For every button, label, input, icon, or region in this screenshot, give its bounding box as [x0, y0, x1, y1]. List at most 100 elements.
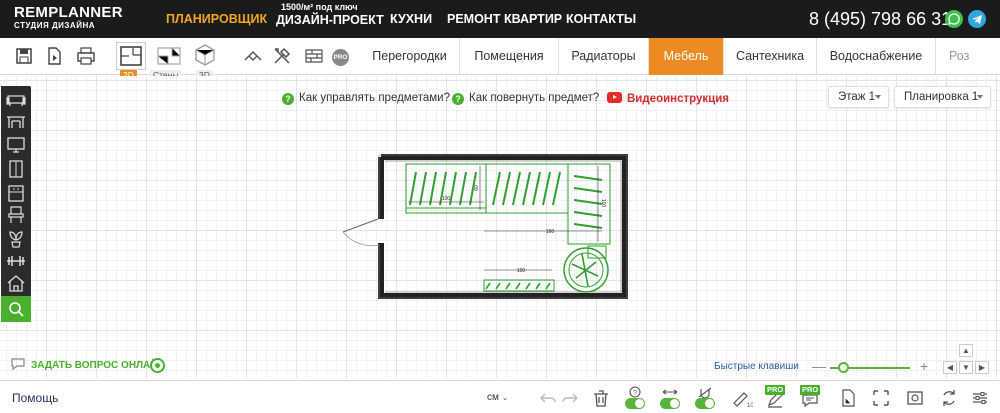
- help-manage-link[interactable]: ? Как управлять предметами?: [282, 92, 450, 105]
- ruler-icon[interactable]: 10: [729, 386, 754, 410]
- online-status-icon[interactable]: [150, 358, 165, 373]
- brick-icon[interactable]: [302, 44, 326, 68]
- view-3d-icon[interactable]: [192, 42, 218, 66]
- chevron-down-icon: ⌄: [501, 393, 509, 402]
- help-rotate-link[interactable]: ? Как повернуть предмет?: [452, 92, 599, 105]
- rotate-icon[interactable]: [937, 386, 961, 410]
- chat-icon[interactable]: [9, 357, 27, 371]
- tab-plumbing[interactable]: Сантехника: [724, 38, 817, 75]
- tab-rooms[interactable]: Помещения: [460, 38, 559, 75]
- question-icon: ?: [452, 93, 464, 105]
- tab-sockets[interactable]: Роз: [936, 38, 1000, 75]
- svg-text:10: 10: [747, 403, 753, 409]
- hints-switch[interactable]: [625, 398, 645, 409]
- search-icon: [9, 302, 24, 317]
- tab-partitions[interactable]: Перегородки: [360, 38, 460, 75]
- top-navbar: REMPLANNER СТУДИЯ ДИЗАЙНА ПЛАНИРОВЩИК 15…: [0, 0, 1000, 38]
- pro-badge[interactable]: PRO: [332, 49, 349, 66]
- save-icon[interactable]: [12, 44, 36, 68]
- round-chair[interactable]: [563, 245, 609, 293]
- video-link[interactable]: Видеоинструкция: [607, 92, 729, 105]
- zoom-slider-handle[interactable]: [838, 362, 849, 373]
- wardrobe-middle[interactable]: [485, 163, 569, 214]
- sofa-icon[interactable]: [4, 88, 28, 110]
- chevron-down-icon: [977, 95, 983, 99]
- floor-plan[interactable]: 100 60 100 160 100: [330, 150, 640, 300]
- undo-icon[interactable]: [536, 386, 560, 410]
- nav-renovation[interactable]: РЕМОНТ КВАРТИР: [447, 12, 562, 26]
- open-file-icon[interactable]: [42, 44, 66, 68]
- chevron-down-icon: [875, 95, 881, 99]
- view-walls-icon[interactable]: [154, 43, 184, 67]
- pan-up-button[interactable]: ▲: [959, 344, 973, 357]
- wardrobe-icon[interactable]: [4, 158, 28, 180]
- bed[interactable]: [483, 279, 555, 292]
- nav-promo: 1500/м² под ключ: [281, 2, 358, 12]
- ask-online-link[interactable]: ЗАДАТЬ ВОПРОС ОНЛАЙН: [31, 360, 165, 371]
- nav-contacts[interactable]: КОНТАКТЫ: [566, 12, 636, 26]
- plant-icon[interactable]: [4, 228, 28, 250]
- dim-label-room: 160: [546, 229, 555, 235]
- nav-kitchens[interactable]: КУХНИ: [390, 12, 432, 26]
- pan-left-button[interactable]: ◀: [943, 361, 957, 374]
- tv-icon[interactable]: [4, 134, 28, 156]
- nav-planner[interactable]: ПЛАНИРОВЩИК: [166, 12, 267, 26]
- furniture-sidebar: [1, 86, 31, 322]
- comment-pro-icon[interactable]: PRO: [798, 385, 822, 410]
- magnet-toggle[interactable]: [693, 386, 717, 410]
- tab-water-supply[interactable]: Водоснабжение: [817, 38, 936, 75]
- floor-dropdown[interactable]: Этаж 1: [828, 86, 889, 108]
- unit-select[interactable]: см ⌄: [487, 392, 508, 403]
- logo-name: REMPLANNER: [14, 4, 123, 21]
- view-2d-icon[interactable]: [116, 42, 146, 70]
- pan-down-button[interactable]: ▼: [959, 361, 973, 374]
- fitness-icon[interactable]: [4, 250, 28, 272]
- nav-design-project[interactable]: ДИЗАЙН-ПРОЕКТ: [276, 13, 384, 27]
- help-rotate-text: Как повернуть предмет?: [469, 92, 600, 104]
- tab-radiators[interactable]: Радиаторы: [559, 38, 649, 75]
- wall-tool-icon[interactable]: [241, 44, 265, 68]
- zoom-in-button[interactable]: +: [920, 358, 928, 374]
- pro-label: PRO: [800, 385, 821, 395]
- dim-label-depth: 60: [474, 185, 480, 191]
- table-icon[interactable]: [4, 110, 28, 132]
- trash-icon[interactable]: [589, 386, 613, 410]
- tools-icon[interactable]: [270, 44, 294, 68]
- phone-number[interactable]: 8 (495) 798 66 31: [809, 9, 951, 30]
- tab-furniture[interactable]: Мебель: [649, 38, 724, 75]
- print-icon[interactable]: [74, 44, 98, 68]
- question-icon: ?: [282, 93, 294, 105]
- youtube-icon: [607, 92, 622, 103]
- logo[interactable]: REMPLANNER СТУДИЯ ДИЗАЙНА: [14, 5, 144, 33]
- unit-value: см: [487, 392, 499, 403]
- redo-icon[interactable]: [558, 386, 582, 410]
- magnet-switch[interactable]: [695, 398, 715, 409]
- pro-label: PRO: [765, 385, 786, 395]
- logo-subtitle: СТУДИЯ ДИЗАЙНА: [14, 21, 95, 30]
- dim-label-wardrobe-right: 100: [600, 199, 606, 208]
- floor-dropdown-value: Этаж 1: [838, 91, 876, 103]
- dim-label-wardrobe-left: 100: [442, 196, 451, 202]
- select-area-icon[interactable]: [869, 386, 893, 410]
- app: REMPLANNER СТУДИЯ ДИЗАЙНА ПЛАНИРОВЩИК 15…: [0, 0, 1000, 413]
- dimensions-toggle[interactable]: [658, 386, 682, 410]
- kitchen-icon[interactable]: [4, 182, 28, 204]
- telegram-icon[interactable]: [968, 10, 986, 28]
- zoom-out-button[interactable]: —: [812, 358, 826, 374]
- door[interactable]: [342, 218, 380, 247]
- screenshot-icon[interactable]: [903, 386, 927, 410]
- settings-sliders-icon[interactable]: [968, 386, 992, 410]
- hotkeys-link[interactable]: Быстрые клавиши: [714, 361, 799, 372]
- dimensions-switch[interactable]: [660, 398, 680, 409]
- sidebar-search-button[interactable]: [1, 296, 31, 322]
- help-button[interactable]: Помощь: [12, 391, 58, 405]
- draw-pro-icon[interactable]: PRO: [763, 385, 787, 410]
- hints-toggle[interactable]: ?: [623, 386, 647, 410]
- chair-icon[interactable]: [4, 204, 28, 226]
- plan-dropdown[interactable]: Планировка 1: [894, 86, 991, 108]
- whatsapp-icon[interactable]: [945, 10, 963, 28]
- home-icon[interactable]: [4, 272, 28, 294]
- video-text: Видеоинструкция: [627, 93, 730, 105]
- document-icon[interactable]: [836, 386, 860, 410]
- pan-right-button[interactable]: ▶: [975, 361, 989, 374]
